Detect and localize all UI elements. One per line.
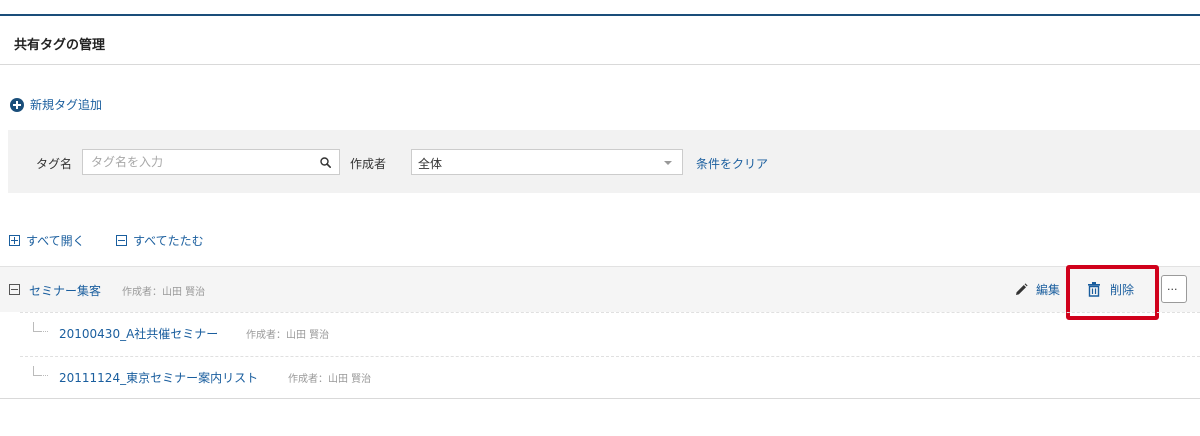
page-title: 共有タグの管理 xyxy=(14,38,106,53)
collapse-node-icon[interactable] xyxy=(9,284,20,295)
title-divider xyxy=(0,64,1200,65)
search-icon[interactable] xyxy=(320,157,331,168)
tag-row-child: 20100430_A社共催セミナー 作成者：山田 賢治 xyxy=(0,312,1200,356)
creator-select-value: 全体 xyxy=(418,157,443,171)
add-tag-label: 新規タグ追加 xyxy=(30,98,103,112)
tree-connector-icon xyxy=(33,322,48,332)
edit-label: 編集 xyxy=(1036,283,1061,297)
tag-name-label: タグ名 xyxy=(36,157,73,171)
top-accent-bar xyxy=(0,14,1200,16)
more-options-button[interactable]: ··· xyxy=(1161,275,1187,303)
pencil-icon xyxy=(1016,282,1028,295)
tag-name-link[interactable]: 20111124_東京セミナー案内リスト xyxy=(59,369,258,386)
tag-name-link[interactable]: 20100430_A社共催セミナー xyxy=(59,325,218,342)
collapse-square-icon xyxy=(116,235,127,246)
expand-square-icon xyxy=(9,235,20,246)
chevron-down-icon xyxy=(664,161,672,165)
collapse-all-label: すべてたたむ xyxy=(133,234,204,248)
filter-panel: タグ名 作成者 全体 条件をクリア xyxy=(8,130,1200,193)
tag-search-input[interactable] xyxy=(83,150,311,174)
tag-row-child: 20111124_東京セミナー案内リスト 作成者：山田 賢治 xyxy=(0,356,1200,400)
tag-row-parent: セミナー集客 作成者：山田 賢治 編集 削除 xyxy=(0,267,1200,312)
tag-name-link[interactable]: セミナー集客 xyxy=(29,282,101,299)
tag-author: 作成者：山田 賢治 xyxy=(246,330,330,341)
collapse-all-button[interactable]: すべてたたむ xyxy=(116,232,204,249)
creator-label: 作成者 xyxy=(350,157,387,171)
edit-button[interactable]: 編集 xyxy=(1014,281,1060,298)
list-bottom-divider xyxy=(0,398,1200,399)
tree-connector-icon xyxy=(33,366,48,376)
creator-select[interactable]: 全体 xyxy=(411,149,683,175)
more-dots-icon: ··· xyxy=(1167,283,1178,296)
add-tag-button[interactable]: 新規タグ追加 xyxy=(10,96,102,113)
plus-circle-icon xyxy=(10,97,24,112)
expand-all-label: すべて開く xyxy=(26,234,85,248)
tag-author: 作成者：山田 賢治 xyxy=(122,287,206,298)
clear-conditions-link[interactable]: 条件をクリア xyxy=(696,155,768,172)
tag-author: 作成者：山田 賢治 xyxy=(288,374,372,385)
tag-search-box xyxy=(82,149,340,175)
expand-all-button[interactable]: すべて開く xyxy=(9,232,85,249)
